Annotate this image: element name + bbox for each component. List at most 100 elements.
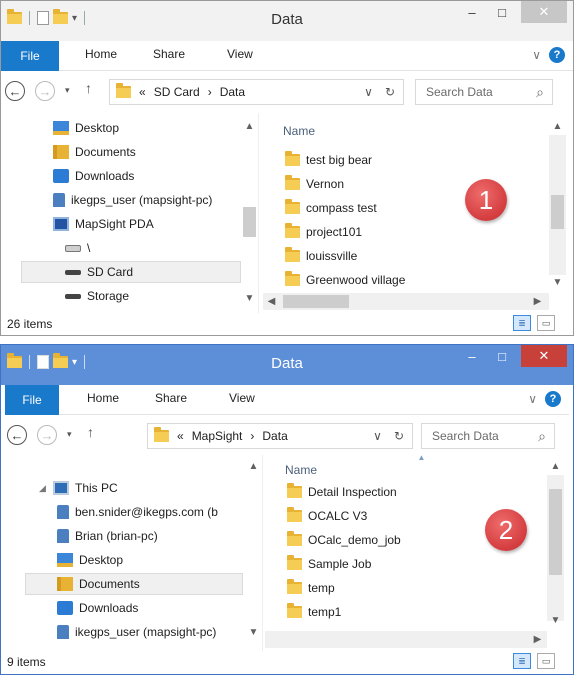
back-button[interactable]: ← [5,81,25,101]
breadcrumb-separator[interactable]: › [250,429,254,443]
nav-item-desktop[interactable]: Desktop [57,549,123,571]
list-item[interactable]: temp [287,577,335,599]
help-icon[interactable]: ? [549,47,565,63]
scroll-up-icon[interactable]: ▲ [549,121,566,132]
breadcrumb-separator[interactable]: › [208,85,212,99]
search-icon[interactable]: ⌕ [536,84,544,101]
up-button[interactable]: ↑ [87,424,94,440]
address-dropdown-icon[interactable]: ∨ [373,429,382,443]
tab-file[interactable]: File [5,385,59,415]
details-view-button[interactable]: ≣ [513,315,531,331]
nav-item-network-user[interactable]: ikegps_user (mapsight-pc) [57,621,216,643]
list-item[interactable]: louissville [285,245,357,267]
vertical-scrollbar[interactable] [549,135,566,275]
column-header-name[interactable]: Name [285,463,317,477]
horizontal-scrollbar[interactable]: ◀ ▶ [263,293,549,310]
list-item[interactable]: OCALC V3 [287,505,367,527]
search-icon[interactable]: ⌕ [538,428,546,445]
breadcrumb-mapsight[interactable]: MapSight [192,429,243,443]
nav-item-downloads[interactable]: Downloads [53,165,134,187]
title-bar[interactable]: ▾ Data – □ ✕ [1,1,573,41]
expand-ribbon-icon[interactable]: ∨ [532,48,541,62]
forward-button[interactable]: → [35,81,55,101]
details-view-button[interactable]: ≣ [513,653,531,669]
back-button[interactable]: ← [7,425,27,445]
close-button[interactable]: ✕ [521,1,567,23]
tab-view[interactable]: View [227,47,253,61]
large-icons-view-button[interactable]: ▭ [537,315,555,331]
list-item[interactable]: project101 [285,221,362,243]
list-item[interactable]: Vernon [285,173,344,195]
scroll-right-icon[interactable]: ▶ [529,634,546,645]
list-item[interactable]: Sample Job [287,553,371,575]
nav-item-storage[interactable]: Storage [65,285,129,307]
maximize-button[interactable]: □ [487,1,517,23]
nav-item-network-brian[interactable]: Brian (brian-pc) [57,525,158,547]
address-bar[interactable]: « SD Card › Data ∨ ↻ [109,79,404,105]
list-item[interactable]: temp1 [287,601,341,623]
minimize-button[interactable]: – [457,345,487,367]
list-item[interactable]: Detail Inspection [287,481,397,503]
expand-ribbon-icon[interactable]: ∨ [528,392,537,406]
nav-item-desktop[interactable]: Desktop [53,117,119,139]
nav-scroll-up-icon[interactable]: ▲ [245,461,262,472]
nav-scroll-thumb[interactable] [243,207,256,237]
search-input[interactable]: Search Data ⌕ [421,423,555,449]
close-button[interactable]: ✕ [521,345,567,367]
title-bar[interactable]: ▾ Data – □ ✕ [1,345,573,385]
large-icons-view-button[interactable]: ▭ [537,653,555,669]
tab-home[interactable]: Home [87,391,119,405]
recent-locations-button[interactable]: ▾ [67,429,72,440]
scroll-left-icon[interactable]: ◀ [263,296,280,307]
breadcrumb-overflow[interactable]: « [139,85,146,99]
nav-item-mapsight-pda[interactable]: MapSight PDA [53,213,154,235]
tab-file[interactable]: File [1,41,59,71]
scroll-up-icon[interactable]: ▲ [547,461,564,472]
nav-item-documents[interactable]: Documents [53,141,136,163]
nav-scrollbar[interactable] [241,135,258,285]
scroll-right-icon[interactable]: ▶ [529,296,546,307]
horizontal-scroll-thumb[interactable] [283,295,349,308]
tab-share[interactable]: Share [155,391,187,405]
scroll-down-icon[interactable]: ▼ [547,615,564,626]
tab-share[interactable]: Share [153,47,185,61]
nav-scroll-down-icon[interactable]: ▼ [241,293,258,304]
breadcrumb-data[interactable]: Data [262,429,287,443]
nav-scrollbar[interactable] [245,475,262,621]
address-bar[interactable]: « MapSight › Data ∨ ↻ [147,423,413,449]
nav-item-sd-card[interactable]: SD Card [21,261,241,283]
vertical-scroll-thumb[interactable] [549,489,562,575]
address-dropdown-icon[interactable]: ∨ [364,85,373,99]
nav-item-documents[interactable]: Documents [25,573,243,595]
tab-view[interactable]: View [229,391,255,405]
recent-locations-button[interactable]: ▾ [65,85,70,96]
breadcrumb-data[interactable]: Data [220,85,245,99]
maximize-button[interactable]: □ [487,345,517,367]
nav-item-root[interactable]: \ [65,237,90,259]
search-input[interactable]: Search Data ⌕ [415,79,553,105]
list-item[interactable]: OCalc_demo_job [287,529,401,551]
expand-icon[interactable]: ◢ [39,483,47,494]
nav-item-network-ben[interactable]: ben.snider@ikegps.com (b [57,501,218,523]
list-item[interactable]: test big bear [285,149,372,171]
breadcrumb-overflow[interactable]: « [177,429,184,443]
nav-item-this-pc[interactable]: ◢ This PC [39,477,118,499]
forward-button[interactable]: → [37,425,57,445]
refresh-icon[interactable]: ↻ [385,85,395,99]
nav-scroll-down-icon[interactable]: ▼ [245,627,262,638]
refresh-icon[interactable]: ↻ [394,429,404,443]
list-item[interactable]: Greenwood village [285,269,405,291]
nav-item-downloads[interactable]: Downloads [57,597,138,619]
tab-home[interactable]: Home [85,47,117,61]
nav-item-network-user[interactable]: ikegps_user (mapsight-pc) [53,189,212,211]
horizontal-scrollbar[interactable]: ▶ [265,631,547,648]
minimize-button[interactable]: – [457,1,487,23]
up-button[interactable]: ↑ [85,80,92,96]
column-header-name[interactable]: Name [283,124,315,138]
nav-scroll-up-icon[interactable]: ▲ [241,121,258,132]
list-item[interactable]: compass test [285,197,377,219]
scroll-down-icon[interactable]: ▼ [549,277,566,288]
breadcrumb-sd-card[interactable]: SD Card [154,85,200,99]
vertical-scroll-thumb[interactable] [551,195,564,229]
help-icon[interactable]: ? [545,391,561,407]
